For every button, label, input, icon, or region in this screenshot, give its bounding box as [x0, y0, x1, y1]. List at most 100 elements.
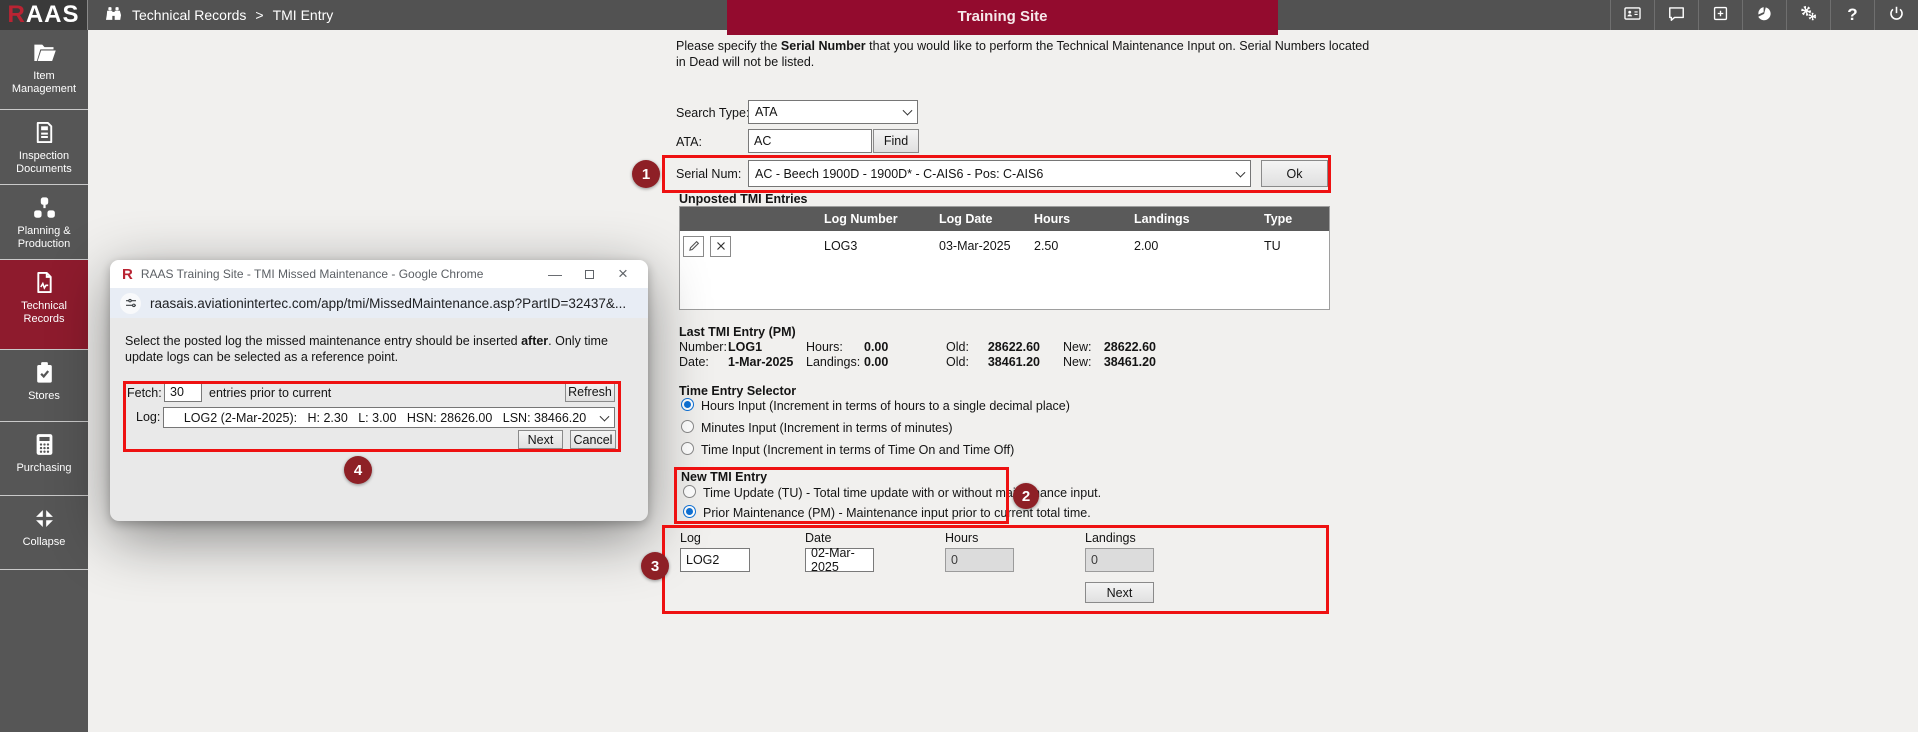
- radio-time-update[interactable]: [683, 485, 696, 498]
- dialog-instruction: Select the posted log the missed mainten…: [125, 333, 633, 365]
- dialog-next-button[interactable]: Next: [518, 430, 563, 449]
- sidebar-item-technical-records[interactable]: Technical Records: [0, 260, 88, 350]
- row-landings: 2.00: [1130, 239, 1260, 253]
- inspection-document-icon: [3, 119, 85, 146]
- chevron-down-icon: [600, 411, 610, 421]
- new-hours-value: 28622.60: [1096, 340, 1156, 354]
- refresh-button[interactable]: Refresh: [565, 382, 615, 402]
- serial-ok-button[interactable]: Ok: [1261, 160, 1328, 187]
- last-tmi-title: Last TMI Entry (PM): [679, 325, 796, 339]
- sidebar-item-label: Purchasing: [3, 462, 85, 475]
- col-landings: Landings: [1130, 212, 1260, 226]
- sidebar-item-label: Item Management: [3, 70, 85, 96]
- old-landings-label: Old:: [946, 355, 969, 369]
- col-type: Type: [1260, 212, 1329, 226]
- old-hours-value: 28622.60: [980, 340, 1040, 354]
- breadcrumb-section[interactable]: Technical Records: [132, 7, 246, 23]
- fetch-label: Fetch:: [127, 386, 162, 400]
- radio-hours-input[interactable]: [681, 398, 694, 411]
- raas-logo[interactable]: RAAS: [0, 0, 88, 30]
- row-log-date: 03-Mar-2025: [935, 239, 1030, 253]
- entry-landings-label: Landings: [1085, 531, 1136, 545]
- sidebar: Item Management Inspection Documents Pla…: [0, 30, 88, 732]
- top-bar: RAAS Technical Records > TMI Entry Train…: [0, 0, 1918, 30]
- table-header: Log Number Log Date Hours Landings Type: [680, 207, 1329, 231]
- sidebar-item-stores[interactable]: Stores: [0, 350, 88, 422]
- site-settings-icon[interactable]: [120, 293, 141, 314]
- fetch-input[interactable]: 30: [164, 382, 202, 402]
- sidebar-item-label: Collapse: [3, 536, 85, 549]
- table-row: LOG3 03-Mar-2025 2.50 2.00 TU: [680, 231, 1329, 261]
- delete-row-button[interactable]: [710, 236, 731, 257]
- help-button[interactable]: ?: [1830, 0, 1874, 30]
- last-tmi-landings: 0.00: [864, 355, 888, 369]
- last-tmi-number: LOG1: [728, 340, 762, 354]
- calculator-icon: [3, 431, 85, 458]
- row-hours: 2.50: [1030, 239, 1130, 253]
- search-type-select[interactable]: ATA: [748, 100, 918, 124]
- entry-date-input[interactable]: 02-Mar-2025: [805, 548, 874, 572]
- help-icon: ?: [1847, 5, 1857, 25]
- missed-maintenance-dialog: R RAAS Training Site - TMI Missed Mainte…: [110, 260, 648, 521]
- add-window-button[interactable]: [1698, 0, 1742, 30]
- dialog-title-bar[interactable]: R RAAS Training Site - TMI Missed Mainte…: [110, 260, 648, 288]
- minimize-button[interactable]: —: [538, 260, 572, 288]
- id-card-button[interactable]: [1610, 0, 1654, 30]
- last-tmi-date-label: Date:: [679, 355, 709, 369]
- close-button[interactable]: ×: [606, 260, 640, 288]
- annotation-step-3: 3: [641, 552, 669, 580]
- entry-hours-input: 0: [945, 548, 1014, 572]
- row-log-number: LOG3: [820, 239, 935, 253]
- find-button[interactable]: Find: [873, 129, 919, 153]
- row-type: TU: [1260, 239, 1329, 253]
- settings-button[interactable]: [1786, 0, 1830, 30]
- new-landings-value: 38461.20: [1096, 355, 1156, 369]
- last-tmi-hours-label: Hours:: [806, 340, 843, 354]
- radio-time-update-label: Time Update (TU) - Total time update wit…: [703, 486, 1101, 500]
- power-icon: [1887, 4, 1906, 26]
- collapse-icon: [3, 505, 85, 532]
- maximize-button[interactable]: [572, 260, 606, 288]
- radio-minutes-input[interactable]: [681, 420, 694, 433]
- sidebar-item-purchasing[interactable]: Purchasing: [0, 422, 88, 496]
- radio-time-input-label: Time Input (Increment in terms of Time O…: [701, 443, 1014, 457]
- breadcrumb-page: TMI Entry: [273, 7, 334, 23]
- sidebar-item-label: Technical Records: [3, 300, 85, 326]
- folder-icon: [3, 39, 85, 66]
- dialog-cancel-button[interactable]: Cancel: [570, 430, 616, 449]
- id-card-icon: [1623, 4, 1642, 26]
- sidebar-item-item-management[interactable]: Item Management: [0, 30, 88, 110]
- serial-num-select[interactable]: AC - Beech 1900D - 1900D* - C-AIS6 - Pos…: [748, 160, 1251, 187]
- sidebar-item-planning-production[interactable]: Planning & Production: [0, 185, 88, 260]
- dialog-log-select[interactable]: LOG2 (2-Mar-2025): H: 2.30 L: 3.00 HSN: …: [163, 407, 615, 428]
- radio-time-input[interactable]: [681, 442, 694, 455]
- radio-minutes-input-label: Minutes Input (Increment in terms of min…: [701, 421, 952, 435]
- chat-button[interactable]: [1654, 0, 1698, 30]
- entry-log-input[interactable]: LOG2: [680, 548, 750, 572]
- dialog-address-bar[interactable]: raasais.aviationintertec.com/app/tmi/Mis…: [110, 288, 648, 318]
- intro-text: Please specify the Serial Number that yo…: [676, 38, 1376, 70]
- technical-records-icon: [3, 269, 85, 296]
- sidebar-item-label: Inspection Documents: [3, 150, 85, 176]
- sidebar-item-inspection-documents[interactable]: Inspection Documents: [0, 110, 88, 185]
- dialog-url: raasais.aviationintertec.com/app/tmi/Mis…: [150, 296, 626, 311]
- entry-log-label: Log: [680, 531, 701, 545]
- radio-prior-maintenance[interactable]: [683, 505, 696, 518]
- training-site-banner: Training Site: [727, 0, 1278, 35]
- chevron-down-icon: [903, 106, 913, 116]
- logout-button[interactable]: [1874, 0, 1918, 30]
- serial-num-label: Serial Num:: [676, 167, 741, 181]
- edit-row-button[interactable]: [683, 236, 704, 257]
- chat-icon: [1667, 4, 1686, 26]
- pie-chart-button[interactable]: [1742, 0, 1786, 30]
- new-landings-label: New:: [1063, 355, 1091, 369]
- entry-date-label: Date: [805, 531, 831, 545]
- entry-landings-input: 0: [1085, 548, 1154, 572]
- old-landings-value: 38461.20: [980, 355, 1040, 369]
- sidebar-collapse-button[interactable]: Collapse: [0, 496, 88, 570]
- ata-label: ATA:: [676, 135, 702, 149]
- top-icon-bar: ?: [1610, 0, 1918, 30]
- ata-input[interactable]: AC: [748, 129, 872, 153]
- entry-next-button[interactable]: Next: [1085, 582, 1154, 603]
- chevron-down-icon: [1236, 167, 1246, 177]
